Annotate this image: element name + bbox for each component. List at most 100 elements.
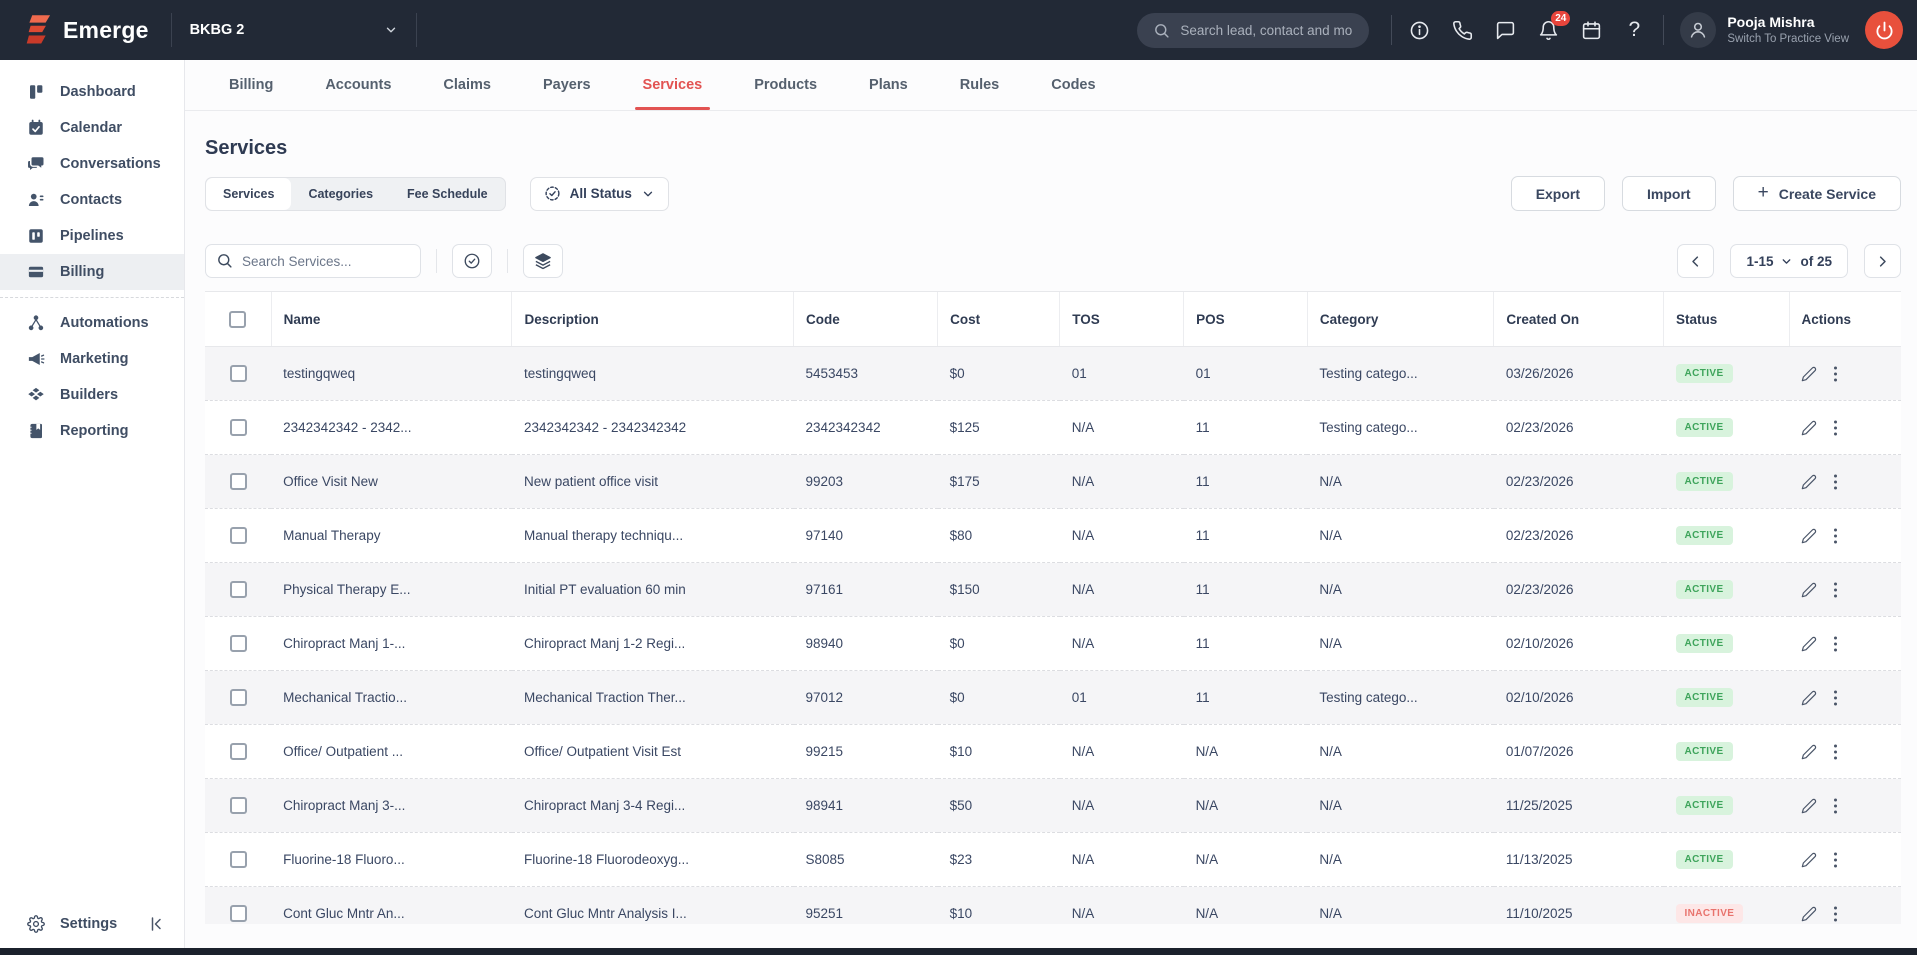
- edit-pencil-icon[interactable]: [1801, 690, 1817, 706]
- sidebar-item-pipelines[interactable]: Pipelines: [0, 218, 184, 254]
- table-row[interactable]: Fluorine-18 Fluoro... Fluorine-18 Fluoro…: [205, 833, 1901, 887]
- select-all-checkbox[interactable]: [229, 311, 246, 328]
- table-row[interactable]: Chiropract Manj 3-... Chiropract Manj 3-…: [205, 779, 1901, 833]
- subtab[interactable]: Fee Schedule: [390, 178, 505, 210]
- column-header-code[interactable]: Code: [794, 292, 938, 347]
- user-menu[interactable]: Pooja Mishra Switch To Practice View: [1680, 12, 1849, 48]
- more-options-icon[interactable]: [1833, 797, 1838, 815]
- row-checkbox[interactable]: [230, 527, 247, 544]
- sidebar-collapse-button[interactable]: [148, 915, 166, 933]
- edit-pencil-icon[interactable]: [1801, 528, 1817, 544]
- module-tab[interactable]: Claims: [443, 60, 491, 110]
- column-header-name[interactable]: Name: [271, 292, 512, 347]
- table-row[interactable]: Physical Therapy E... Initial PT evaluat…: [205, 563, 1901, 617]
- page-range-dropdown[interactable]: 1-15 of 25: [1730, 244, 1848, 278]
- edit-pencil-icon[interactable]: [1801, 906, 1817, 922]
- status-filter-dropdown[interactable]: All Status: [530, 177, 669, 211]
- column-header-description[interactable]: Description: [512, 292, 794, 347]
- module-tab[interactable]: Rules: [960, 60, 1000, 110]
- module-tab[interactable]: Codes: [1051, 60, 1095, 110]
- row-checkbox[interactable]: [230, 581, 247, 598]
- quick-status-filter-button[interactable]: [452, 244, 492, 278]
- more-options-icon[interactable]: [1833, 635, 1838, 653]
- subtab[interactable]: Categories: [291, 178, 390, 210]
- edit-pencil-icon[interactable]: [1801, 636, 1817, 652]
- chat-icon[interactable]: [1494, 19, 1516, 41]
- table-row[interactable]: Chiropract Manj 1-... Chiropract Manj 1-…: [205, 617, 1901, 671]
- edit-pencil-icon[interactable]: [1801, 420, 1817, 436]
- more-options-icon[interactable]: [1833, 473, 1838, 491]
- edit-pencil-icon[interactable]: [1801, 744, 1817, 760]
- edit-pencil-icon[interactable]: [1801, 366, 1817, 382]
- previous-page-button[interactable]: [1677, 244, 1714, 278]
- column-header-created-on[interactable]: Created On: [1494, 292, 1664, 347]
- more-options-icon[interactable]: [1833, 905, 1838, 923]
- logout-power-button[interactable]: [1865, 11, 1903, 49]
- info-icon[interactable]: [1408, 19, 1430, 41]
- table-row[interactable]: Manual Therapy Manual therapy techniqu..…: [205, 509, 1901, 563]
- sidebar-item-marketing[interactable]: Marketing: [0, 341, 184, 377]
- row-checkbox[interactable]: [230, 365, 247, 382]
- columns-layers-button[interactable]: [523, 244, 563, 278]
- account-switcher[interactable]: BKBG 2: [172, 0, 416, 60]
- more-options-icon[interactable]: [1833, 689, 1838, 707]
- services-search[interactable]: [205, 244, 421, 278]
- row-checkbox[interactable]: [230, 419, 247, 436]
- more-options-icon[interactable]: [1833, 365, 1838, 383]
- next-page-button[interactable]: [1864, 244, 1901, 278]
- more-options-icon[interactable]: [1833, 527, 1838, 545]
- global-search[interactable]: [1137, 13, 1369, 48]
- sidebar-item-reporting[interactable]: Reporting: [0, 413, 184, 449]
- switch-view-link[interactable]: Switch To Practice View: [1727, 32, 1849, 46]
- module-tab[interactable]: Plans: [869, 60, 908, 110]
- row-checkbox[interactable]: [230, 743, 247, 760]
- services-search-input[interactable]: [205, 244, 421, 278]
- subtab[interactable]: Services: [206, 178, 291, 210]
- more-options-icon[interactable]: [1833, 419, 1838, 437]
- more-options-icon[interactable]: [1833, 581, 1838, 599]
- phone-icon[interactable]: [1451, 19, 1473, 41]
- module-tab[interactable]: Services: [643, 60, 703, 110]
- calendar-icon[interactable]: [1580, 19, 1602, 41]
- row-checkbox[interactable]: [230, 635, 247, 652]
- table-row[interactable]: 2342342342 - 2342... 2342342342 - 234234…: [205, 401, 1901, 455]
- sidebar-item-automations[interactable]: Automations: [0, 305, 184, 341]
- module-tab[interactable]: Payers: [543, 60, 591, 110]
- notifications-bell-icon[interactable]: 24: [1537, 19, 1559, 41]
- table-row[interactable]: Office/ Outpatient ... Office/ Outpatien…: [205, 725, 1901, 779]
- module-tab[interactable]: Products: [754, 60, 817, 110]
- sidebar-item-conversations[interactable]: Conversations: [0, 146, 184, 182]
- sidebar-item-builders[interactable]: Builders: [0, 377, 184, 413]
- sidebar-item-calendar[interactable]: Calendar: [0, 110, 184, 146]
- sidebar-item-settings[interactable]: Settings: [27, 915, 117, 933]
- edit-pencil-icon[interactable]: [1801, 582, 1817, 598]
- edit-pencil-icon[interactable]: [1801, 852, 1817, 868]
- edit-pencil-icon[interactable]: [1801, 474, 1817, 490]
- table-row[interactable]: Office Visit New New patient office visi…: [205, 455, 1901, 509]
- create-service-button[interactable]: +Create Service: [1733, 176, 1901, 211]
- table-row[interactable]: testingqweq testingqweq 5453453 $0 01 01…: [205, 347, 1901, 401]
- column-header-cost[interactable]: Cost: [938, 292, 1060, 347]
- sidebar-item-billing[interactable]: Billing: [0, 254, 184, 290]
- edit-pencil-icon[interactable]: [1801, 798, 1817, 814]
- column-header-tos[interactable]: TOS: [1060, 292, 1184, 347]
- more-options-icon[interactable]: [1833, 851, 1838, 869]
- row-checkbox[interactable]: [230, 473, 247, 490]
- module-tab[interactable]: Billing: [229, 60, 273, 110]
- sidebar-item-dashboard[interactable]: Dashboard: [0, 74, 184, 110]
- global-search-input[interactable]: [1180, 23, 1353, 38]
- row-checkbox[interactable]: [230, 851, 247, 868]
- help-icon[interactable]: ?: [1623, 19, 1645, 41]
- export-button[interactable]: Export: [1511, 176, 1605, 211]
- import-button[interactable]: Import: [1622, 176, 1716, 211]
- row-checkbox[interactable]: [230, 905, 247, 922]
- module-tab[interactable]: Accounts: [325, 60, 391, 110]
- sidebar-item-contacts[interactable]: Contacts: [0, 182, 184, 218]
- table-row[interactable]: Mechanical Tractio... Mechanical Tractio…: [205, 671, 1901, 725]
- column-header-status[interactable]: Status: [1664, 292, 1790, 347]
- column-header-pos[interactable]: POS: [1184, 292, 1308, 347]
- column-header-category[interactable]: Category: [1307, 292, 1494, 347]
- row-checkbox[interactable]: [230, 797, 247, 814]
- row-checkbox[interactable]: [230, 689, 247, 706]
- more-options-icon[interactable]: [1833, 743, 1838, 761]
